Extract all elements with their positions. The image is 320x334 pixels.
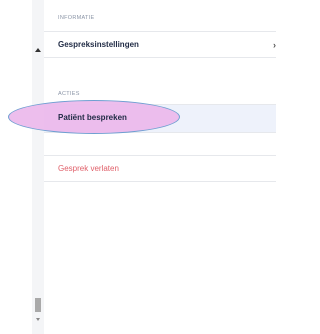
menu-item-label: Gespreksinstellingen — [58, 40, 139, 49]
menu-item-label-patient-bespreken[interactable]: Patiënt bespreken — [58, 113, 127, 122]
menu-item-label: Gesprek verlaten — [58, 164, 119, 173]
section-label-informatie: INFORMATIE — [58, 15, 95, 21]
scroll-down-arrow-icon[interactable] — [36, 318, 40, 321]
menu-item-gesprek-verlaten[interactable]: Gesprek verlaten — [44, 156, 276, 182]
menu-panel: INFORMATIE Gespreksinstellingen › ACTIES… — [44, 0, 276, 334]
scroll-thumb[interactable] — [35, 298, 41, 312]
scroll-up-arrow-icon[interactable] — [35, 48, 41, 52]
chevron-right-icon: › — [273, 40, 276, 50]
vertical-scrollbar[interactable] — [32, 0, 44, 334]
menu-item-gespreksinstellingen[interactable]: Gespreksinstellingen › — [44, 32, 276, 58]
section-label-acties: ACTIES — [58, 91, 80, 97]
conversation-menu-screen: INFORMATIE Gespreksinstellingen › ACTIES… — [0, 0, 276, 334]
